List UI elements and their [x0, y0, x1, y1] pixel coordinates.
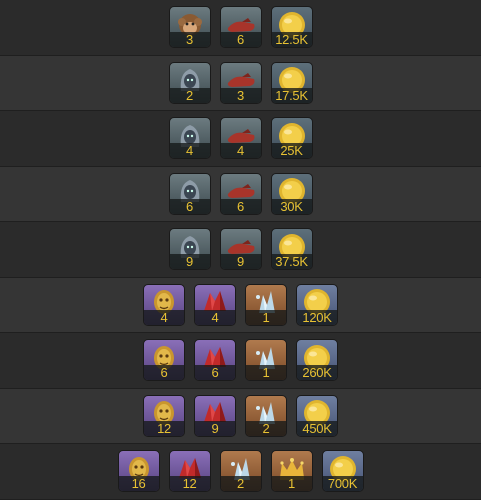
item-count: 9	[169, 254, 210, 270]
reward-tile: 6	[194, 339, 236, 382]
item-count: 16	[118, 476, 159, 492]
reward-tile: 1	[245, 283, 287, 326]
reward-tile: 1	[245, 339, 287, 382]
item-count: 6	[195, 365, 235, 381]
reward-tile: 3	[219, 61, 262, 104]
reward-tile: 4	[143, 283, 185, 326]
reward-tile: 6	[219, 172, 262, 215]
item-count: 12	[144, 420, 184, 436]
reward-tile: 37.5K	[270, 228, 313, 271]
reward-tile: 12	[168, 450, 211, 493]
item-count: 3	[169, 32, 210, 48]
reward-tile: 9	[168, 228, 211, 271]
reward-tile: 700K	[321, 450, 364, 493]
item-count: 1	[246, 309, 286, 325]
reward-tile: 12	[143, 394, 185, 437]
table-row: 6 6 30K	[0, 166, 481, 222]
item-count: 6	[144, 365, 184, 381]
upgrade-cost-table: 3 6 12.5K 2 3 17.5K 4 4 25K 6 6 30K 9 9 …	[0, 0, 481, 500]
table-row: 16 12 2 1 700K	[0, 444, 481, 500]
reward-tile: 17.5K	[270, 61, 313, 104]
table-row: 4 4 25K	[0, 111, 481, 167]
reward-tile: 12.5K	[270, 6, 313, 49]
item-count: 120K	[297, 309, 337, 325]
item-count: 260K	[297, 365, 337, 381]
item-count: 4	[144, 309, 184, 325]
item-count: 12.5K	[271, 32, 312, 48]
table-row: 9 9 37.5K	[0, 222, 481, 278]
reward-tile: 25K	[270, 117, 313, 160]
table-row: 6 6 1 260K	[0, 333, 481, 389]
item-count: 450K	[297, 420, 337, 436]
item-count: 6	[220, 198, 261, 214]
item-count: 6	[220, 32, 261, 48]
item-count: 2	[220, 476, 261, 492]
item-count: 700K	[322, 476, 363, 492]
item-count: 17.5K	[271, 87, 312, 103]
item-count: 12	[169, 476, 210, 492]
reward-tile: 30K	[270, 172, 313, 215]
item-count: 1	[246, 365, 286, 381]
item-count: 1	[271, 476, 312, 492]
reward-tile: 6	[168, 172, 211, 215]
item-count: 4	[169, 143, 210, 159]
item-count: 37.5K	[271, 254, 312, 270]
item-count: 2	[169, 87, 210, 103]
table-row: 3 6 12.5K	[0, 0, 481, 56]
item-count: 9	[220, 254, 261, 270]
reward-tile: 9	[194, 394, 236, 437]
reward-tile: 450K	[296, 394, 338, 437]
reward-tile: 120K	[296, 283, 338, 326]
item-count: 4	[220, 143, 261, 159]
item-count: 2	[246, 420, 286, 436]
reward-tile: 4	[219, 117, 262, 160]
reward-tile: 260K	[296, 339, 338, 382]
reward-tile: 2	[219, 450, 262, 493]
table-row: 2 3 17.5K	[0, 55, 481, 111]
item-count: 3	[220, 87, 261, 103]
reward-tile: 4	[168, 117, 211, 160]
reward-tile: 2	[245, 394, 287, 437]
item-count: 4	[195, 309, 235, 325]
table-row: 12 9 2 450K	[0, 388, 481, 444]
reward-tile: 6	[143, 339, 185, 382]
reward-tile: 16	[117, 450, 160, 493]
item-count: 9	[195, 420, 235, 436]
table-row: 4 4 1 120K	[0, 277, 481, 333]
reward-tile: 9	[219, 228, 262, 271]
reward-tile: 1	[270, 450, 313, 493]
item-count: 25K	[271, 143, 312, 159]
reward-tile: 3	[168, 6, 211, 49]
item-count: 30K	[271, 198, 312, 214]
reward-tile: 4	[194, 283, 236, 326]
reward-tile: 6	[219, 6, 262, 49]
item-count: 6	[169, 198, 210, 214]
reward-tile: 2	[168, 61, 211, 104]
